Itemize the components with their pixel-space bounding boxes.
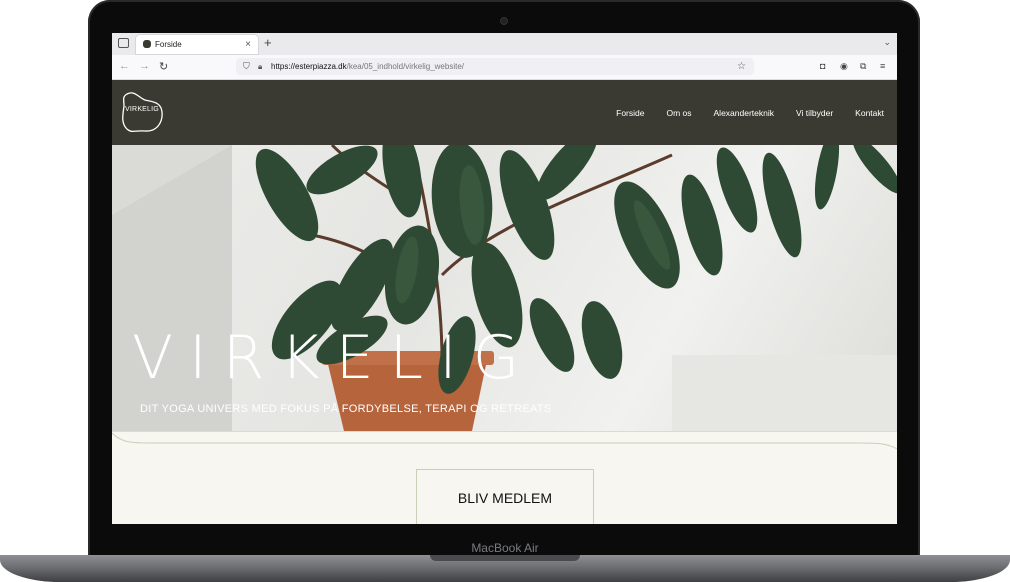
web-page: VIRKELIG Forside Om os Alexanderteknik V…: [112, 80, 897, 524]
section-divider: [112, 432, 897, 449]
url-host: https://esterpiazza.dk: [271, 62, 347, 71]
lock-icon[interactable]: 🔒︎: [258, 58, 262, 75]
hero-subtitle: DIT YOGA UNIVERS MED FOKUS PÅ FORDYBELSE…: [140, 403, 552, 415]
shield-icon[interactable]: ⛉: [243, 58, 250, 75]
nav-forside[interactable]: Forside: [616, 108, 644, 118]
browser-toolbar: ← → ↻ ⛉ 🔒︎ https://esterpiazza.dk/kea/05…: [112, 55, 897, 80]
address-bar[interactable]: ⛉ 🔒︎ https://esterpiazza.dk/kea/05_indho…: [236, 58, 754, 75]
tab-forside[interactable]: Forside ×: [136, 35, 258, 54]
menu-icon[interactable]: ≡: [880, 61, 885, 71]
hero-title: VIRKELIG: [132, 323, 536, 393]
nav-alexanderteknik[interactable]: Alexanderteknik: [714, 108, 774, 118]
logo-text: VIRKELIG: [125, 106, 159, 113]
pocket-icon[interactable]: ◘: [820, 61, 825, 71]
url-path: /kea/05_indhold/virkelig_website/: [346, 62, 464, 71]
main-nav: Forside Om os Alexanderteknik Vi tilbyde…: [616, 80, 884, 145]
nav-om-os[interactable]: Om os: [666, 108, 691, 118]
nav-kontakt[interactable]: Kontakt: [855, 108, 884, 118]
site-header: VIRKELIG Forside Om os Alexanderteknik V…: [112, 80, 897, 145]
account-icon[interactable]: ◉: [840, 61, 848, 72]
back-icon[interactable]: ←: [119, 60, 130, 72]
nav-vi-tilbyder[interactable]: Vi tilbyder: [796, 108, 833, 118]
site-logo[interactable]: VIRKELIG: [121, 90, 163, 134]
reload-icon[interactable]: ↻: [159, 60, 168, 73]
laptop-notch: [430, 555, 580, 561]
extensions-icon[interactable]: ⧉: [860, 61, 866, 72]
close-icon[interactable]: ×: [245, 35, 251, 54]
hero-banner: VIRKELIG DIT YOGA UNIVERS MED FOKUS PÅ F…: [112, 145, 897, 432]
favicon-icon: [143, 40, 151, 48]
tab-bar: Forside × + ⌄: [112, 33, 897, 55]
chevron-down-icon[interactable]: ⌄: [883, 37, 891, 48]
tab-list-icon[interactable]: [118, 38, 129, 48]
camera: [501, 18, 507, 24]
model-label: MacBook Air: [471, 541, 539, 555]
join-button[interactable]: BLIV MEDLEM: [416, 469, 594, 524]
screen: Forside × + ⌄ ← → ↻ ⛉ 🔒︎ https://esterpi…: [112, 33, 897, 524]
new-tab-button[interactable]: +: [264, 35, 272, 50]
url-text: https://esterpiazza.dk/kea/05_indhold/vi…: [271, 58, 464, 75]
forward-icon[interactable]: →: [139, 60, 150, 72]
tab-title: Forside: [155, 40, 182, 49]
bookmark-star-icon[interactable]: ☆: [737, 58, 746, 75]
